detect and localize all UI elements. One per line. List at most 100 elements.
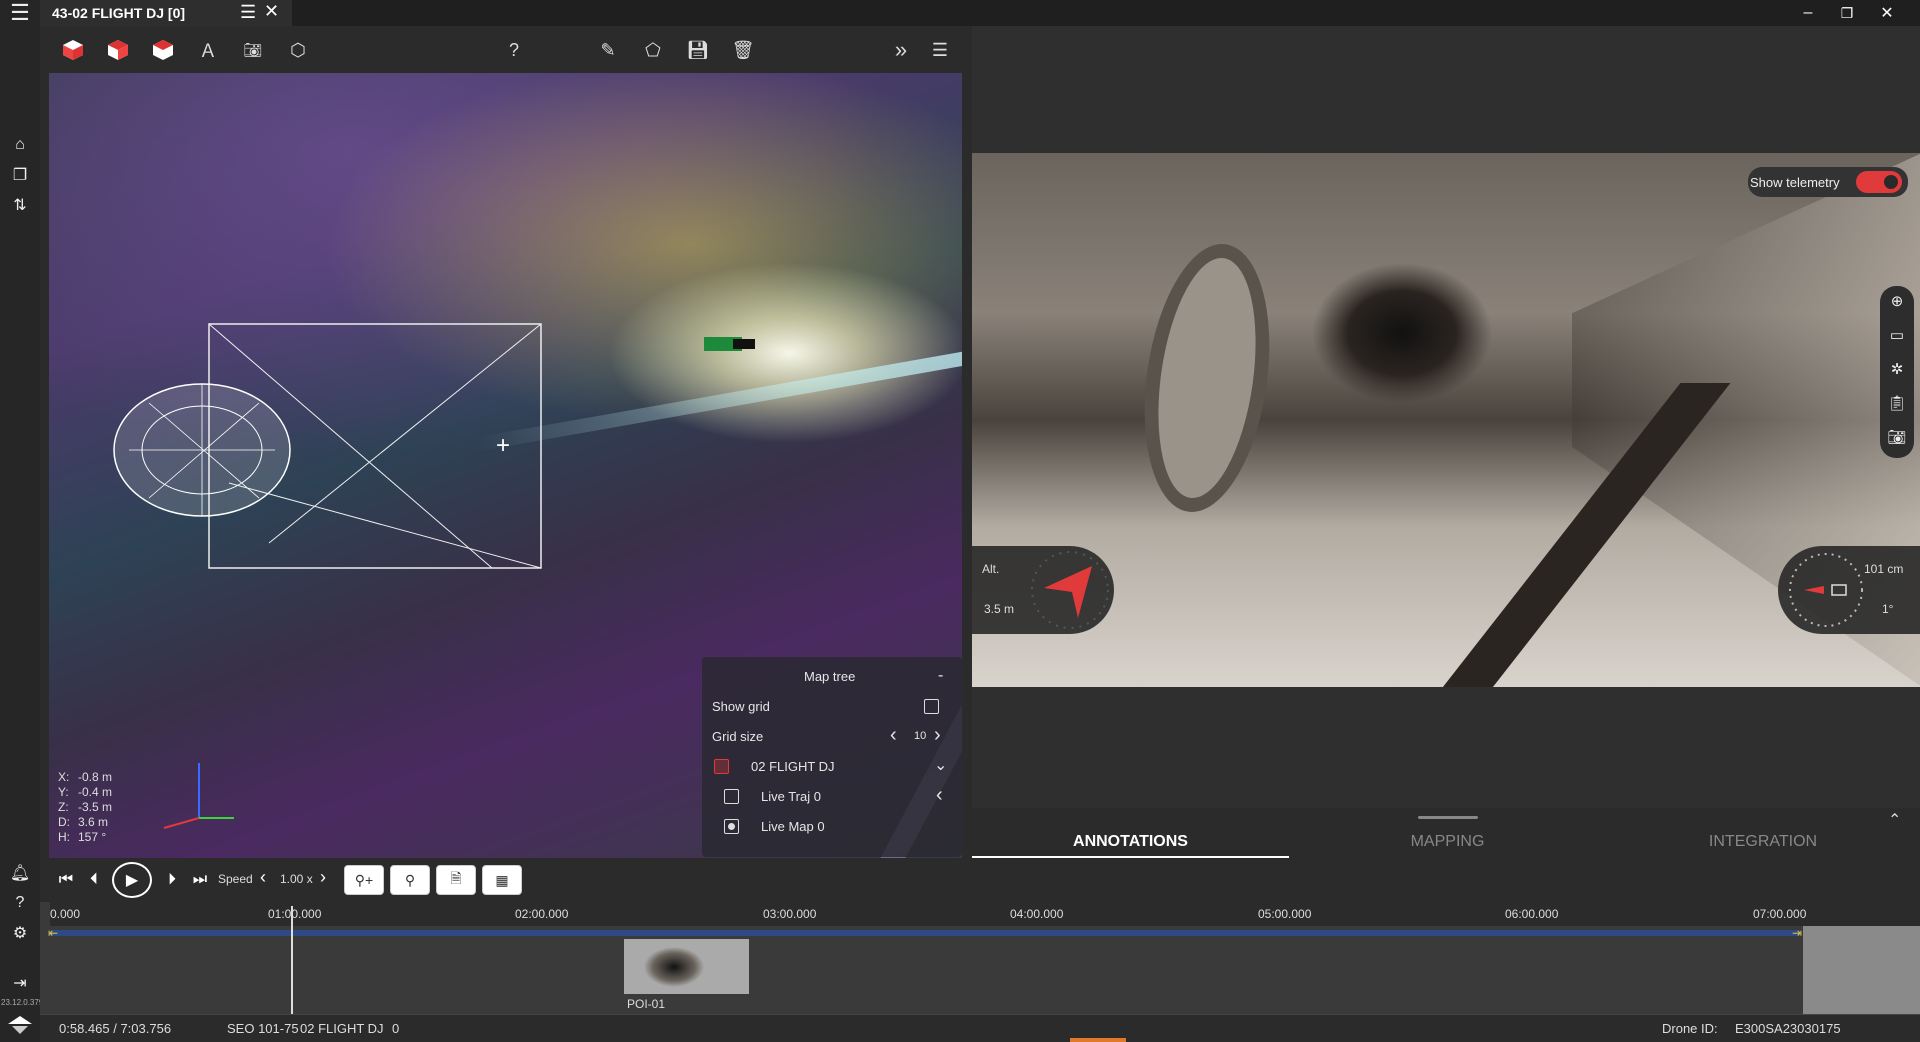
title-bar bbox=[40, 0, 1920, 26]
minimize-button[interactable]: – bbox=[1797, 3, 1819, 23]
tick-label: 01:00.000 bbox=[268, 907, 322, 921]
resize-handle[interactable] bbox=[1418, 816, 1478, 819]
left-rail: ☰ ⌂ ❐ ⇅ 🔔︎ ? ⚙ ⇥ 23.12.0.379 bbox=[0, 0, 44, 1042]
camera-icon[interactable]: 📷︎ bbox=[1886, 426, 1908, 448]
altitude-value: 3.5 m bbox=[984, 602, 1015, 616]
clipboard-icon[interactable]: 📋︎ bbox=[1886, 392, 1908, 414]
copy-icon[interactable]: ❐ bbox=[9, 164, 31, 186]
live-traj-checkbox[interactable] bbox=[724, 789, 739, 804]
playback-time: 0:58.465 / 7:03.756 bbox=[59, 1021, 172, 1036]
home-icon[interactable]: ⌂ bbox=[9, 134, 31, 156]
add-poi-button[interactable]: ⚲+ bbox=[344, 865, 384, 895]
bell-icon[interactable]: 🔔︎ bbox=[9, 862, 31, 884]
save-icon[interactable]: 💾︎ bbox=[685, 37, 711, 63]
drone-icon[interactable]: ✲ bbox=[1886, 358, 1908, 380]
coord-d-value: 3.6 m bbox=[78, 815, 109, 829]
help-button[interactable]: ? bbox=[501, 37, 527, 63]
live-map-checkbox[interactable] bbox=[724, 819, 739, 834]
altitude-label: Alt. bbox=[982, 562, 1000, 576]
svg-text:+: + bbox=[496, 432, 510, 459]
list-icon[interactable]: ☰ bbox=[240, 2, 256, 23]
expand-right-icon[interactable]: » bbox=[888, 37, 914, 63]
trash-icon[interactable]: 🗑︎ bbox=[730, 37, 756, 63]
bottom-tabs: ⌃ ANNOTATIONS MAPPING INTEGRATION bbox=[972, 808, 1920, 858]
poi-marker[interactable]: POI-01 bbox=[624, 939, 749, 1013]
poi-options-button[interactable]: ⚲ bbox=[390, 865, 430, 895]
document-tab[interactable]: 43-02 FLIGHT DJ [0] ☰ ✕ bbox=[40, 0, 292, 26]
window-title: 43-02 FLIGHT DJ [0] bbox=[52, 5, 186, 21]
logo bbox=[2, 1012, 38, 1038]
ruler-icon[interactable]: ✎ bbox=[595, 37, 621, 63]
altitude-gauge: Alt. 3.5 m bbox=[972, 546, 1114, 634]
map-tree-panel: Map tree - Show grid Grid size ‹ 10 › 02… bbox=[702, 657, 962, 857]
coord-y-value: -0.4 m bbox=[78, 785, 113, 799]
skip-end-icon[interactable]: ⏭ bbox=[188, 868, 212, 892]
track-end-handle[interactable]: ⇥ bbox=[1792, 926, 1802, 940]
tunnel-channel bbox=[1383, 383, 1731, 687]
skip-start-icon[interactable]: ⏮ bbox=[54, 868, 78, 892]
close-tab-icon[interactable]: ✕ bbox=[264, 1, 279, 22]
cube-side-icon[interactable] bbox=[105, 37, 131, 63]
angle-value: 1° bbox=[1882, 602, 1894, 616]
export-report-button[interactable]: 🗎 bbox=[436, 865, 476, 895]
coord-x-label: X: bbox=[58, 770, 70, 784]
step-back-icon[interactable]: ⏴ bbox=[84, 868, 104, 892]
polygon-icon[interactable]: ⬠ bbox=[640, 37, 666, 63]
help-icon[interactable]: ? bbox=[9, 892, 31, 914]
close-window-button[interactable]: ✕ bbox=[1876, 3, 1898, 23]
grid-size-increase-icon[interactable]: › bbox=[934, 724, 941, 747]
step-forward-icon[interactable]: ⏵ bbox=[162, 868, 182, 892]
map-tree-collapse[interactable]: - bbox=[938, 667, 943, 685]
settings-sliders-icon[interactable]: ☰ bbox=[927, 37, 953, 63]
chevron-up-icon[interactable]: ⌃ bbox=[1888, 810, 1901, 830]
menu-icon[interactable]: ☰ bbox=[9, 0, 31, 25]
flight-index: 0 bbox=[392, 1021, 400, 1036]
speed-decrease-icon[interactable]: ‹ bbox=[260, 867, 266, 888]
flight-track[interactable] bbox=[50, 930, 1800, 936]
tunnel-hatch bbox=[1128, 235, 1286, 521]
screenshot-icon[interactable]: 📷︎ bbox=[240, 37, 266, 63]
track-start-handle[interactable]: ⇤ bbox=[48, 926, 58, 940]
telemetry-toggle[interactable] bbox=[1856, 171, 1902, 193]
speed-increase-icon[interactable]: › bbox=[320, 867, 326, 888]
video-feed[interactable] bbox=[972, 153, 1920, 687]
coord-z-label: Z: bbox=[58, 800, 69, 814]
playhead[interactable] bbox=[291, 906, 293, 1014]
coord-h-value: 157 ° bbox=[78, 830, 107, 844]
show-grid-checkbox[interactable] bbox=[924, 699, 939, 714]
tick-label: 04:00.000 bbox=[1010, 907, 1064, 921]
map-tree-title: Map tree bbox=[804, 669, 856, 684]
chevron-left-icon[interactable]: ‹ bbox=[936, 784, 943, 807]
transfer-icon[interactable]: ⇅ bbox=[9, 194, 31, 216]
chevron-down-icon[interactable]: ⌄ bbox=[934, 755, 947, 775]
zoom-in-icon[interactable]: ⊕ bbox=[1886, 290, 1908, 312]
flight-layer-icon[interactable] bbox=[714, 759, 729, 774]
play-button[interactable]: ▶ bbox=[112, 862, 152, 898]
toolbar: Ａ 📷︎ ⬡ ? ✎ ⬠ 💾︎ 🗑︎ » ☰ bbox=[40, 26, 962, 72]
timeline-ruler: 0.000 01:00.000 02:00.000 03:00.000 04:0… bbox=[50, 902, 1920, 926]
poi-label: POI-01 bbox=[627, 997, 666, 1011]
tab-mapping[interactable]: MAPPING bbox=[1289, 833, 1606, 858]
coord-d-label: D: bbox=[58, 815, 70, 829]
speed-value: 1.00 x bbox=[280, 872, 313, 886]
distance-dial-icon bbox=[1789, 553, 1863, 627]
coord-h-label: H: bbox=[58, 830, 70, 844]
video-side-tools: ⊕ ▭ ✲ 📋︎ 📷︎ bbox=[1880, 286, 1914, 458]
record-icon[interactable]: ▭ bbox=[1886, 324, 1908, 346]
cube-top-icon[interactable] bbox=[150, 37, 176, 63]
grid-size-decrease-icon[interactable]: ‹ bbox=[890, 724, 897, 747]
version-text: 23.12.0.379 bbox=[1, 998, 44, 1007]
flight-name: 02 FLIGHT DJ bbox=[300, 1021, 384, 1036]
gear-icon[interactable]: ⚙ bbox=[9, 922, 31, 944]
restore-button[interactable]: ❐ bbox=[1836, 3, 1858, 23]
telemetry-label: Show telemetry bbox=[1750, 175, 1840, 190]
distance-value: 101 cm bbox=[1864, 562, 1904, 576]
text-tool-icon[interactable]: Ａ bbox=[195, 37, 221, 63]
position-readout: X: -0.8 m Y: -0.4 m Z: -3.5 m D: 3.6 m H: 157… bbox=[58, 770, 138, 845]
cube-outline-icon[interactable]: ⬡ bbox=[285, 37, 311, 63]
cube-front-icon[interactable] bbox=[60, 37, 86, 63]
logout-icon[interactable]: ⇥ bbox=[9, 972, 31, 994]
tab-annotations[interactable]: ANNOTATIONS bbox=[972, 833, 1289, 858]
export-grid-button[interactable]: ▦ bbox=[482, 865, 522, 895]
tab-integration[interactable]: INTEGRATION bbox=[1606, 833, 1920, 858]
